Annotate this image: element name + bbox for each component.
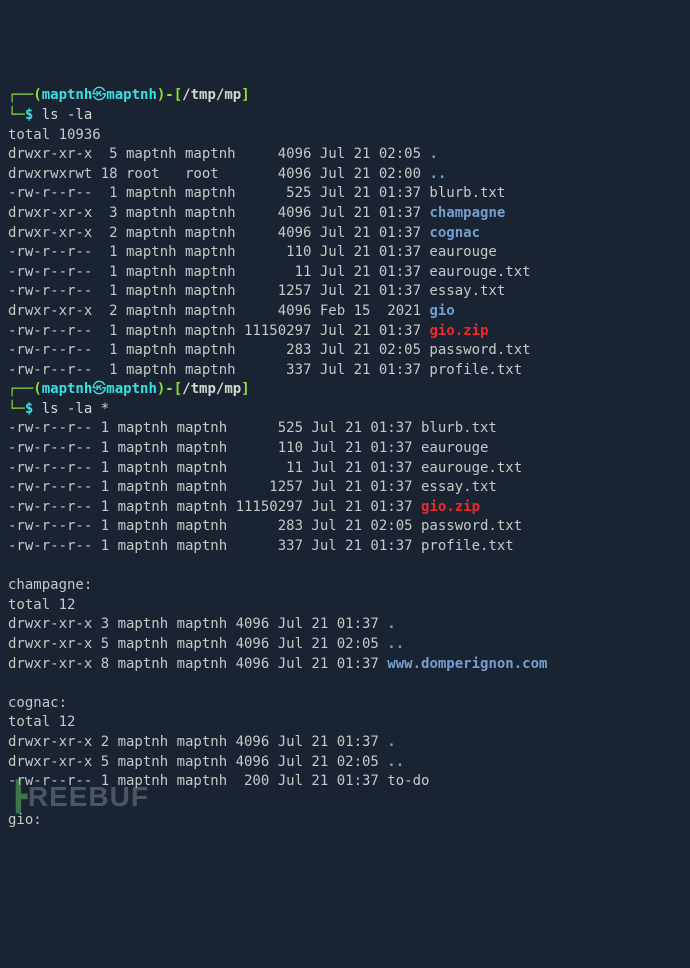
watermark-logo: ┣REEBUF	[10, 777, 149, 816]
terminal-output[interactable]: ┌──(maptnh㉿maptnh)-[/tmp/mp] └─$ ls -la …	[8, 86, 682, 831]
